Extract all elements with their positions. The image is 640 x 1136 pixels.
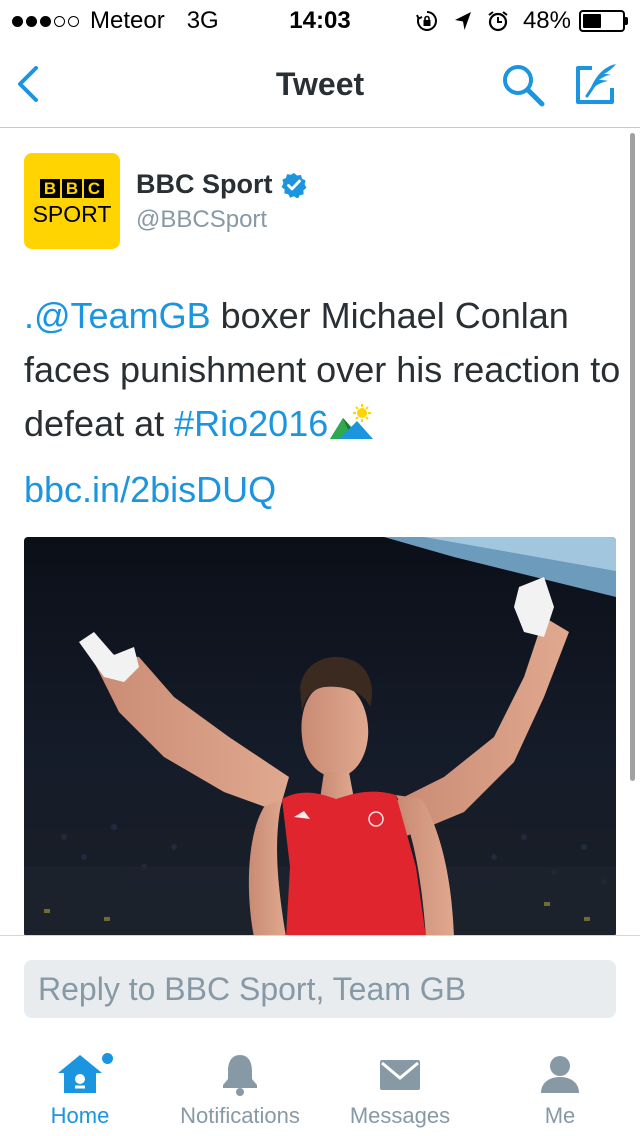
mention-link[interactable]: .@TeamGB: [24, 295, 211, 336]
battery-icon: [579, 10, 628, 32]
location-arrow-icon: [453, 10, 473, 32]
tweet-author[interactable]: B B C SPORT BBC Sport @BBCSport: [24, 153, 307, 249]
person-icon: [541, 1056, 579, 1093]
rotation-lock-icon: [415, 9, 439, 33]
scrollbar[interactable]: [630, 133, 635, 781]
bell-icon: [223, 1055, 257, 1096]
compose-tweet-icon: [576, 64, 616, 104]
author-display-name[interactable]: BBC Sport: [136, 169, 273, 200]
verified-badge-icon: [281, 172, 307, 198]
battery-percent: 48%: [522, 7, 571, 34]
status-bar: Meteor 3G 14:03 48%: [0, 0, 640, 40]
search-icon: [503, 65, 545, 107]
avatar[interactable]: B B C SPORT: [24, 153, 120, 249]
tab-me-label: Me: [544, 1103, 576, 1128]
envelope-icon: [380, 1060, 420, 1090]
tweet-link[interactable]: bbc.in/2bisDUQ: [24, 469, 276, 511]
tab-home[interactable]: Home: [0, 1043, 160, 1136]
tab-home-label: Home: [50, 1103, 110, 1128]
home-icon: [58, 1055, 102, 1093]
tweet-photo[interactable]: [24, 537, 616, 935]
reply-input[interactable]: Reply to BBC Sport, Team GB: [24, 960, 616, 1018]
author-handle[interactable]: @BBCSport: [136, 206, 307, 234]
tab-messages-label: Messages: [349, 1103, 451, 1128]
search-button[interactable]: [500, 62, 546, 108]
reply-bar: Reply to BBC Sport, Team GB: [0, 935, 640, 1043]
tab-bar: Home Notifications Messages Me: [0, 1043, 640, 1136]
bbc-logo: B B C: [40, 179, 106, 198]
avatar-sport-text: SPORT: [32, 201, 112, 227]
rio-landscape-emoji-icon: [328, 401, 374, 439]
compose-tweet-button[interactable]: [572, 60, 620, 108]
tab-notifications-label: Notifications: [180, 1103, 300, 1128]
tab-me[interactable]: Me: [480, 1043, 640, 1136]
new-tweets-indicator: [102, 1053, 113, 1064]
tab-messages[interactable]: Messages: [320, 1043, 480, 1136]
hashtag-link[interactable]: #Rio2016: [174, 403, 328, 444]
tweet-text: .@TeamGB boxer Michael Conlan faces puni…: [24, 289, 624, 451]
navigation-bar: Tweet: [0, 40, 640, 128]
tab-notifications[interactable]: Notifications: [160, 1043, 320, 1136]
alarm-icon: [487, 10, 509, 32]
author-names: BBC Sport @BBCSport: [136, 153, 307, 249]
tweet-detail: B B C SPORT BBC Sport @BBCSport .@TeamGB…: [0, 129, 640, 935]
status-right: 48%: [415, 7, 628, 35]
